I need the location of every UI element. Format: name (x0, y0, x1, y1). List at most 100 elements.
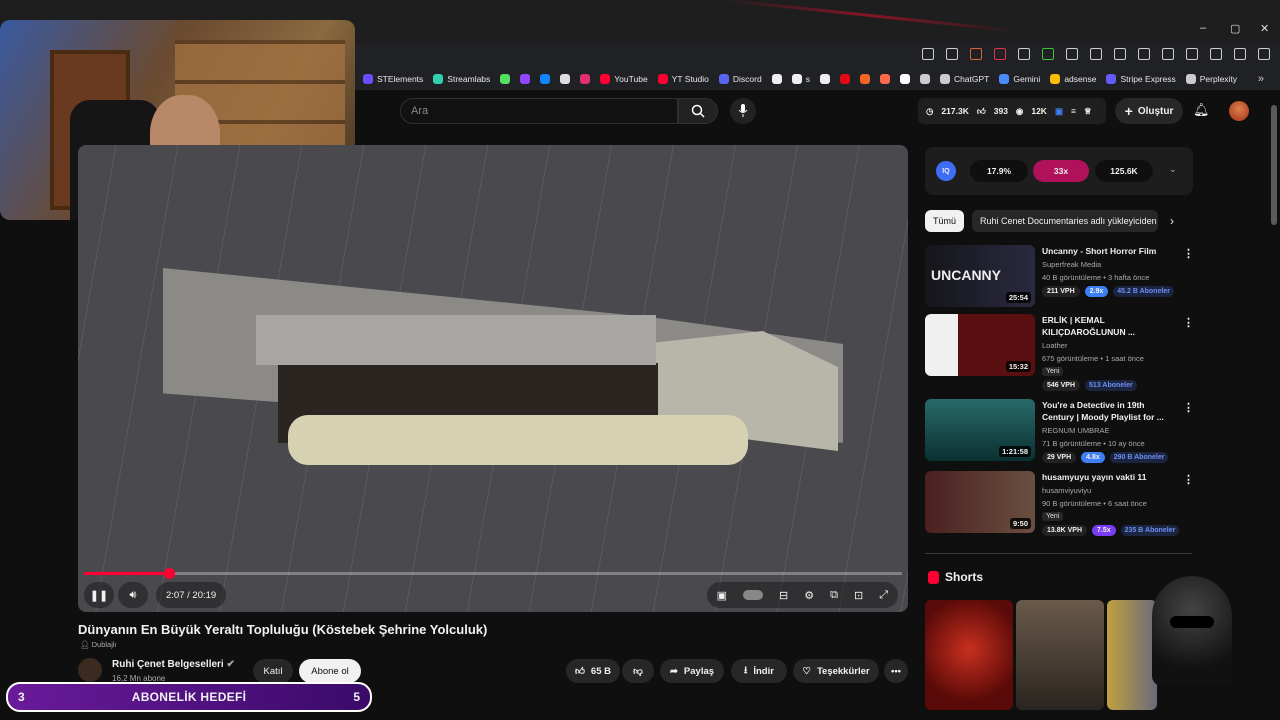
page-scrollbar[interactable] (1271, 95, 1277, 715)
join-button[interactable]: Katıl (253, 659, 293, 683)
share-button[interactable]: ➦ Paylaş (660, 659, 724, 683)
music-icon[interactable] (1138, 48, 1150, 60)
bookmark-item[interactable] (879, 74, 890, 84)
more-actions-button[interactable]: ••• (884, 659, 908, 683)
fullscreen-icon[interactable]: ⤢ (879, 589, 888, 602)
menu-icon[interactable] (1258, 48, 1270, 60)
bookmark-item[interactable]: Gemini (999, 74, 1040, 84)
recommended-video[interactable]: 1:21:58 You're a Detective in 19th Centur… (925, 399, 1194, 465)
pause-button[interactable]: ❚❚ (84, 582, 114, 608)
settings-gear-icon[interactable]: ⚙ (804, 589, 814, 602)
video-thumbnail[interactable]: 9:50 (925, 471, 1035, 533)
bookmark-item[interactable] (520, 74, 531, 84)
search-button[interactable] (678, 98, 718, 124)
extension-icon[interactable] (994, 48, 1006, 60)
puzzle-icon[interactable] (1090, 48, 1102, 60)
extension-icon[interactable] (946, 48, 958, 60)
sparkle-icon[interactable] (1210, 48, 1222, 60)
short-thumbnail[interactable] (925, 600, 1013, 710)
extension-icon[interactable] (1066, 48, 1078, 60)
more-options-icon[interactable]: ⋮ (1183, 401, 1194, 414)
extension-icon[interactable] (1042, 48, 1054, 60)
recommended-video-title[interactable]: Uncanny - Short Horror Film (1042, 245, 1177, 257)
iq-icon[interactable]: ▣ (1055, 106, 1063, 117)
voice-search-button[interactable] (730, 98, 756, 124)
bookmark-item[interactable] (500, 74, 511, 84)
more-options-icon[interactable]: ⋮ (1183, 247, 1194, 260)
bookmarks-overflow-button[interactable]: » (1258, 73, 1264, 85)
short-thumbnail[interactable] (1107, 600, 1157, 710)
thanks-button[interactable]: ♡ Teşekkürler (793, 659, 879, 683)
recommended-video[interactable]: 9:50 husamyuyu yayın vakti 11 husamviyuviy… (925, 471, 1194, 537)
recommended-channel-name[interactable]: REGNUM UMBRAE (1042, 426, 1110, 435)
extension-icon[interactable] (1018, 48, 1030, 60)
scrollbar-thumb[interactable] (1271, 105, 1277, 225)
recommended-video[interactable]: 15:32 ERLİK | KEMAL KILIÇDAROĞLUNUN ... Lo… (925, 314, 1194, 391)
sidebar-icon[interactable] (1162, 48, 1174, 60)
bookmark-item[interactable] (819, 74, 830, 84)
create-button[interactable]: + Oluştur (1115, 98, 1183, 124)
bookmark-item[interactable]: s (791, 74, 810, 84)
autoplay-toggle[interactable] (743, 590, 764, 600)
download-button[interactable]: ⭳ İndir (731, 659, 787, 683)
scrubber-handle[interactable] (164, 568, 176, 579)
iq-icon[interactable]: ▣ (717, 589, 727, 602)
bookmark-item[interactable]: ChatGPT (939, 74, 989, 84)
brave-shield-icon[interactable] (970, 48, 982, 60)
recommended-video-title[interactable]: husamyuyu yayın vakti 11 (1042, 471, 1177, 483)
lines-icon[interactable]: ≡ (1071, 106, 1076, 116)
captions-icon[interactable]: ⊟ (779, 589, 788, 602)
video-thumbnail[interactable]: 1:21:58 (925, 399, 1035, 461)
bookmark-item[interactable]: Discord (718, 74, 762, 84)
video-thumbnail[interactable]: UNCANNY 25:54 (925, 245, 1035, 307)
like-button[interactable]: 👍︎ 65 B (566, 659, 620, 683)
bookmark-item[interactable] (859, 74, 870, 84)
bookmark-item[interactable] (560, 74, 571, 84)
bookmark-item[interactable] (771, 74, 782, 84)
notifications-bell-icon[interactable]: 🔔︎ (1193, 102, 1210, 118)
recommended-channel-name[interactable]: husamviyuviyu (1042, 486, 1091, 495)
bookmark-item[interactable]: Streamlabs (433, 74, 490, 84)
bookmark-item[interactable] (919, 74, 930, 84)
wallet-icon[interactable] (1186, 48, 1198, 60)
bookmark-item[interactable]: adsense (1050, 74, 1096, 84)
more-options-icon[interactable]: ⋮ (1183, 473, 1194, 486)
recommended-channel-name[interactable]: Superfreak Media (1042, 260, 1101, 269)
miniplayer-icon[interactable]: ⧉ (830, 589, 838, 602)
chevron-right-icon[interactable]: › (1170, 214, 1174, 228)
cast-icon[interactable]: ⊡ (854, 589, 863, 602)
volume-button[interactable]: 🔊︎ (118, 582, 148, 608)
short-thumbnail[interactable] (1016, 600, 1104, 710)
trophy-icon[interactable]: ♕ (1084, 106, 1092, 117)
video-thumbnail[interactable]: 15:32 (925, 314, 1035, 376)
bookmark-item[interactable]: STElements (363, 74, 423, 84)
recommended-video-title[interactable]: You're a Detective in 19th Century | Moo… (1042, 399, 1177, 423)
channel-name[interactable]: Ruhi Çenet Belgeselleri ✔ (112, 659, 235, 670)
account-avatar[interactable] (1229, 101, 1249, 121)
bookmark-item[interactable] (580, 74, 591, 84)
recommended-channel-name[interactable]: Loather (1042, 341, 1067, 350)
recommended-video-title[interactable]: ERLİK | KEMAL KILIÇDAROĞLUNUN ... (1042, 314, 1177, 338)
chip-from-uploader[interactable]: Ruhi Cenet Documentaries adlı yükleyicid… (972, 210, 1159, 232)
extension-icon[interactable] (1114, 48, 1126, 60)
progress-bar[interactable] (84, 568, 902, 579)
vpn-icon[interactable] (1234, 48, 1246, 60)
recommended-video[interactable]: UNCANNY 25:54 Uncanny - Short Horror Film S… (925, 245, 1194, 311)
more-options-icon[interactable]: ⋮ (1183, 316, 1194, 329)
bookmark-item[interactable] (899, 74, 910, 84)
chevron-down-icon[interactable]: ⌄ (1169, 164, 1177, 175)
bookmark-item[interactable]: Perplexity (1185, 74, 1237, 84)
vidiq-logo[interactable]: IQ (936, 161, 956, 181)
bookmark-item[interactable]: YouTube (600, 74, 648, 84)
dislike-button[interactable]: 👎︎ (622, 659, 654, 683)
bookmark-item[interactable] (839, 74, 850, 84)
maximize-button[interactable]: ▢ (1230, 22, 1240, 35)
bookmark-item[interactable] (540, 74, 551, 84)
subscribe-button[interactable]: Abone ol (299, 659, 361, 683)
minimize-button[interactable]: – (1200, 22, 1206, 34)
channel-avatar[interactable] (78, 658, 102, 682)
search-input[interactable]: Ara (400, 98, 678, 124)
bookmark-item[interactable]: YT Studio (657, 74, 709, 84)
close-window-button[interactable]: ✕ (1260, 22, 1269, 35)
extension-icon[interactable] (922, 48, 934, 60)
